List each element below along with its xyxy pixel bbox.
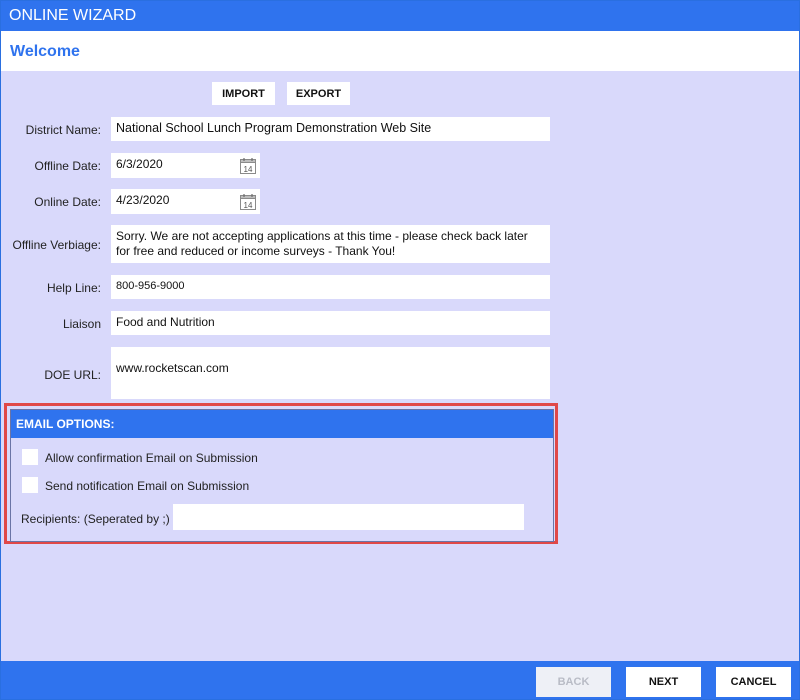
window-title: ONLINE WIZARD <box>9 7 137 24</box>
calendar-day: 14 <box>244 165 253 174</box>
allow-confirmation-checkbox[interactable] <box>22 449 38 465</box>
send-notification-label: Send notification Email on Submission <box>45 479 250 493</box>
online-wizard-window: ONLINE WIZARD Welcome IMPORT EXPORT Dist… <box>0 0 800 700</box>
next-button[interactable]: NEXT <box>626 667 701 697</box>
welcome-header: Welcome <box>1 31 799 71</box>
send-notification-checkbox[interactable] <box>22 477 38 493</box>
footer-bar: BACK NEXT CANCEL <box>1 661 799 699</box>
offline-date-label: Offline Date: <box>34 159 101 173</box>
district-name-field[interactable]: National School Lunch Program Demonstrat… <box>111 117 550 141</box>
liaison-field[interactable]: Food and Nutrition <box>111 311 550 335</box>
offline-date-value: 6/3/2020 <box>116 157 163 171</box>
help-line-label: Help Line: <box>46 281 101 295</box>
calendar-icon[interactable]: 14 <box>239 157 257 175</box>
help-line-field[interactable]: 800-956-9000 <box>111 275 550 299</box>
import-button[interactable]: IMPORT <box>212 82 275 105</box>
offline-verbiage-label: Offline Verbiage: <box>12 238 101 252</box>
offline-verbiage-field[interactable]: Sorry. We are not accepting applications… <box>111 225 550 263</box>
doe-url-field[interactable]: www.rocketscan.com <box>111 347 550 399</box>
email-options-title: EMAIL OPTIONS: <box>11 410 553 438</box>
calendar-icon[interactable]: 14 <box>239 193 257 211</box>
calendar-day: 14 <box>244 201 253 210</box>
back-button[interactable]: BACK <box>536 667 611 697</box>
title-bar: ONLINE WIZARD <box>1 1 799 31</box>
page-title: Welcome <box>10 43 80 60</box>
recipients-label: Recipients: (Seperated by ;) <box>21 512 170 526</box>
cancel-button[interactable]: CANCEL <box>716 667 791 697</box>
doe-url-label: DOE URL: <box>44 368 101 382</box>
email-options-panel: EMAIL OPTIONS: Allow confirmation Email … <box>10 409 554 542</box>
liaison-label: Liaison <box>62 317 101 331</box>
offline-date-field[interactable]: 6/3/2020 <box>111 153 260 178</box>
export-button[interactable]: EXPORT <box>287 82 350 105</box>
online-date-value: 4/23/2020 <box>116 193 170 207</box>
district-name-label: District Name: <box>25 123 101 137</box>
online-date-label: Online Date: <box>34 195 101 209</box>
allow-confirmation-label: Allow confirmation Email on Submission <box>45 451 258 465</box>
recipients-input[interactable] <box>173 504 524 530</box>
online-date-field[interactable]: 4/23/2020 <box>111 189 260 214</box>
